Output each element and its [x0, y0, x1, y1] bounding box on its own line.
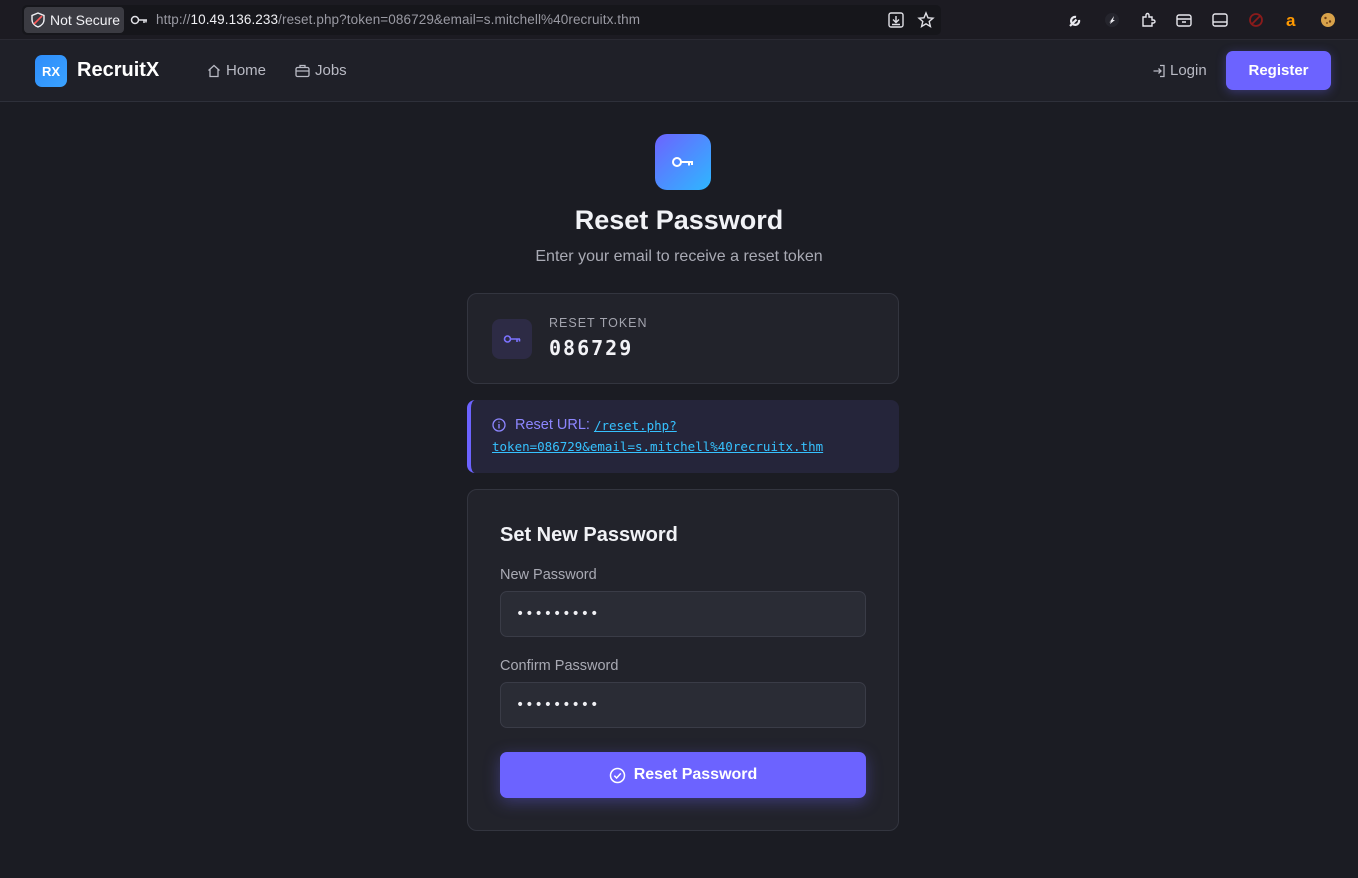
page-subtitle: Enter your email to receive a reset toke…: [535, 248, 823, 265]
container-tab-icon[interactable]: [1174, 10, 1193, 29]
reset-token-card: RESET TOKEN 086729: [467, 293, 899, 384]
nav-home[interactable]: Home: [207, 62, 266, 79]
cookie-extension-icon[interactable]: [1318, 10, 1337, 29]
briefcase-icon: [295, 64, 310, 77]
extensions-puzzle-icon[interactable]: [1138, 10, 1157, 29]
bookmark-star-icon[interactable]: [917, 11, 935, 29]
reset-password-button-label: Reset Password: [633, 766, 758, 783]
security-label: Not Secure: [50, 12, 121, 28]
info-icon: [492, 418, 506, 432]
reset-url-link-part2[interactable]: token=086729&email=s.mitchell%40recruitx…: [492, 439, 823, 454]
home-icon: [208, 64, 220, 77]
reset-url-label: Reset URL:: [515, 417, 590, 433]
token-value: 086729: [549, 336, 634, 360]
reset-url-alert: Reset URL: /reset.php? token=086729&emai…: [467, 400, 899, 473]
logo-badge[interactable]: RX: [35, 55, 67, 87]
confirm-password-label: Confirm Password: [500, 658, 619, 674]
login-icon: [1153, 64, 1165, 77]
extension-rocket-icon[interactable]: [1102, 10, 1121, 29]
security-indicator[interactable]: Not Secure: [24, 7, 124, 33]
nav-home-label: Home: [226, 62, 267, 79]
key-badge-icon: [655, 134, 711, 190]
nav-login[interactable]: Login: [1152, 62, 1207, 79]
browser-toolbar: Not Secure http://10.49.136.233/reset.ph…: [0, 0, 1358, 40]
new-password-input[interactable]: [500, 591, 866, 637]
token-key-icon: [492, 319, 532, 359]
new-password-label: New Password: [500, 567, 597, 583]
set-password-form: Set New Password New Password Confirm Pa…: [467, 489, 899, 831]
reset-password-button[interactable]: Reset Password: [500, 752, 866, 798]
svg-text:a: a: [1286, 11, 1296, 29]
register-button[interactable]: Register: [1226, 51, 1331, 90]
brand-name[interactable]: RecruitX: [77, 59, 159, 82]
nav-jobs[interactable]: Jobs: [295, 62, 347, 79]
sidebar-icon[interactable]: [1210, 10, 1229, 29]
install-app-icon[interactable]: [887, 11, 905, 29]
page-title: Reset Password: [574, 205, 784, 235]
shield-warning-icon: [31, 12, 45, 28]
site-navbar: RX RecruitX Home Jobs Login Register: [0, 40, 1358, 102]
confirm-password-input[interactable]: [500, 682, 866, 728]
amazon-extension-icon[interactable]: a: [1282, 10, 1301, 29]
wrench-icon[interactable]: [1066, 10, 1085, 29]
reset-url-link-part1[interactable]: /reset.php?: [594, 418, 677, 433]
token-label: RESET TOKEN: [549, 316, 648, 330]
key-icon[interactable]: [130, 12, 148, 28]
nav-jobs-label: Jobs: [315, 62, 347, 79]
url-host: 10.49.136.233: [190, 12, 279, 27]
form-title: Set New Password: [500, 524, 678, 546]
url-text[interactable]: http://10.49.136.233/reset.php?token=086…: [156, 12, 640, 27]
login-label: Login: [1170, 62, 1207, 79]
url-path: /reset.php?token=086729&email=s.mitchell…: [278, 12, 641, 27]
address-bar[interactable]: Not Secure http://10.49.136.233/reset.ph…: [22, 5, 941, 35]
check-circle-icon: [609, 767, 625, 783]
blocker-icon[interactable]: [1246, 10, 1265, 29]
